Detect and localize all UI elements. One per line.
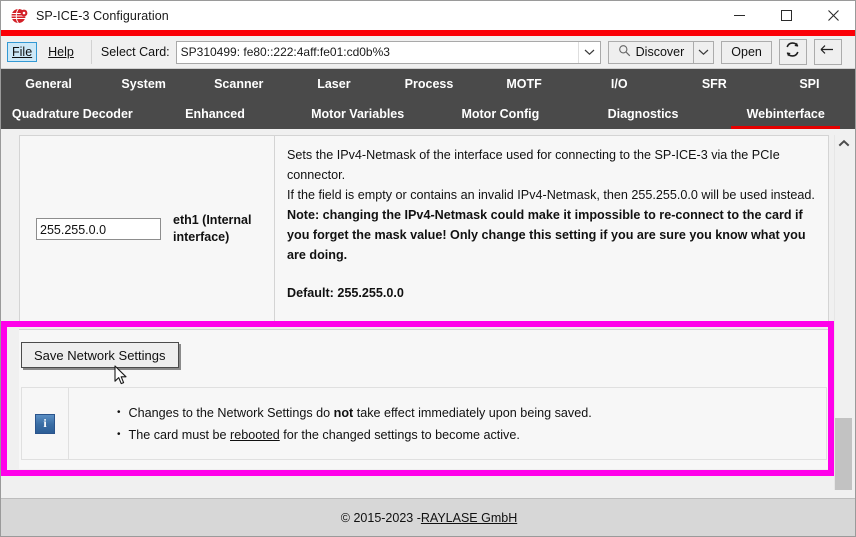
setting-description: Sets the IPv4-Netmask of the interface u… — [275, 136, 828, 321]
save-network-settings-button[interactable]: Save Network Settings — [21, 342, 179, 368]
back-button[interactable] — [813, 39, 842, 65]
menu-file-label: File — [12, 45, 33, 59]
tab-row-1: General System Scanner Laser Process MOT… — [1, 69, 855, 99]
window-title: SP-ICE-3 Configuration — [36, 8, 169, 23]
chevron-down-icon[interactable] — [577, 41, 600, 63]
info-bullet-1-post: take effect immediately upon being saved… — [353, 405, 592, 420]
tab-system[interactable]: System — [96, 69, 191, 99]
info-icon-column: i — [22, 388, 69, 459]
menu-help-label: Help — [48, 45, 74, 59]
search-icon — [618, 44, 631, 60]
tab-general[interactable]: General — [1, 69, 96, 99]
tab-scanner[interactable]: Scanner — [191, 69, 286, 99]
refresh-button[interactable] — [778, 39, 807, 65]
setting-row-netmask: 255.255.0.0 eth1 (Internal interface) Se… — [20, 136, 828, 321]
application-window: SP-ICE-3 Configuration File Help Select … — [0, 0, 856, 537]
tab-laser[interactable]: Laser — [286, 69, 381, 99]
description-default: Default: 255.255.0.0 — [287, 286, 404, 300]
tab-motor-variables[interactable]: Motor Variables — [286, 99, 429, 129]
select-card-value: SP310499: fe80::222:4aff:fe01:cd0b%3 — [180, 45, 390, 59]
footer-company-link[interactable]: RAYLASE GmbH — [421, 511, 517, 525]
netmask-setting-panel: 255.255.0.0 eth1 (Internal interface) Se… — [19, 135, 829, 322]
content-area: 255.255.0.0 eth1 (Internal interface) Se… — [1, 129, 855, 500]
tab-motor-config[interactable]: Motor Config — [429, 99, 572, 129]
discover-label: Discover — [635, 45, 685, 59]
maximize-icon[interactable] — [763, 1, 810, 30]
info-bullet-2-underline: rebooted — [230, 427, 280, 442]
bullet-marker: • — [117, 406, 121, 418]
description-line-2: If the field is empty or contains an inv… — [287, 188, 815, 202]
info-bullet-2-pre: The card must be — [128, 427, 231, 442]
discover-button[interactable]: Discover — [607, 40, 695, 64]
info-bullet-2: The card must be rebooted for the change… — [129, 424, 520, 446]
info-bullet-1-bold: not — [333, 405, 354, 420]
interface-label: eth1 (Internal interface) — [173, 212, 252, 244]
tab-row-2: Quadrature Decoder Enhanced Motor Variab… — [1, 99, 855, 129]
title-bar: SP-ICE-3 Configuration — [1, 1, 855, 30]
info-bullet-1: Changes to the Network Settings do not t… — [129, 402, 592, 424]
chevron-up-icon[interactable] — [835, 135, 852, 152]
select-card-label: Select Card: — [100, 45, 170, 59]
refresh-icon — [784, 41, 801, 63]
tab-spi[interactable]: SPI — [762, 69, 855, 99]
open-button[interactable]: Open — [721, 40, 772, 64]
raylase-logo-icon — [10, 7, 28, 25]
toolbar-divider — [90, 40, 92, 64]
info-box: i • Changes to the Network Settings do n… — [21, 387, 827, 460]
info-box-body: • Changes to the Network Settings do not… — [69, 388, 826, 459]
window-controls — [716, 1, 855, 30]
tab-io[interactable]: I/O — [572, 69, 667, 99]
scrollbar-thumb[interactable] — [835, 418, 852, 490]
red-annotation-bar — [1, 30, 855, 36]
open-label: Open — [731, 45, 762, 59]
info-bullet-1-pre: Changes to the Network Settings do — [128, 405, 334, 420]
tab-bar: General System Scanner Laser Process MOT… — [1, 69, 855, 129]
footer-copyright: © 2015-2023 - — [340, 510, 421, 525]
tab-diagnostics[interactable]: Diagnostics — [572, 99, 715, 129]
close-icon[interactable] — [810, 1, 855, 30]
tab-webinterface[interactable]: Webinterface — [714, 99, 855, 129]
description-note: Note: changing the IPv4-Netmask could ma… — [287, 208, 806, 262]
list-item: • The card must be rebooted for the chan… — [117, 424, 826, 446]
footer: © 2015-2023 - RAYLASE GmbH — [1, 498, 855, 536]
select-card-combobox[interactable]: SP310499: fe80::222:4aff:fe01:cd0b%3 — [175, 40, 601, 64]
list-item: • Changes to the Network Settings do not… — [117, 402, 826, 424]
toolbar: File Help Select Card: SP310499: fe80::2… — [1, 36, 855, 69]
menu-file[interactable]: File — [7, 42, 38, 62]
tab-process[interactable]: Process — [381, 69, 476, 99]
minimize-icon[interactable] — [716, 1, 763, 30]
tab-sfr[interactable]: SFR — [667, 69, 762, 99]
tab-quadrature-decoder[interactable]: Quadrature Decoder — [1, 99, 144, 129]
setting-left-column: 255.255.0.0 eth1 (Internal interface) — [20, 136, 275, 321]
back-arrow-icon — [819, 43, 836, 61]
actions-panel: Save Network Settings i • Changes to the… — [19, 329, 829, 469]
menu-help[interactable]: Help — [43, 42, 79, 62]
vertical-scrollbar[interactable] — [834, 135, 852, 490]
info-icon: i — [35, 413, 55, 434]
bullet-marker: • — [117, 428, 121, 440]
tab-enhanced[interactable]: Enhanced — [144, 99, 287, 129]
tab-motf[interactable]: MOTF — [477, 69, 572, 99]
info-bullet-2-post: for the changed settings to become activ… — [279, 427, 520, 442]
discover-dropdown-chevron-down-icon[interactable] — [694, 40, 715, 64]
description-line-1: Sets the IPv4-Netmask of the interface u… — [287, 148, 780, 182]
netmask-input[interactable]: 255.255.0.0 — [36, 217, 161, 240]
